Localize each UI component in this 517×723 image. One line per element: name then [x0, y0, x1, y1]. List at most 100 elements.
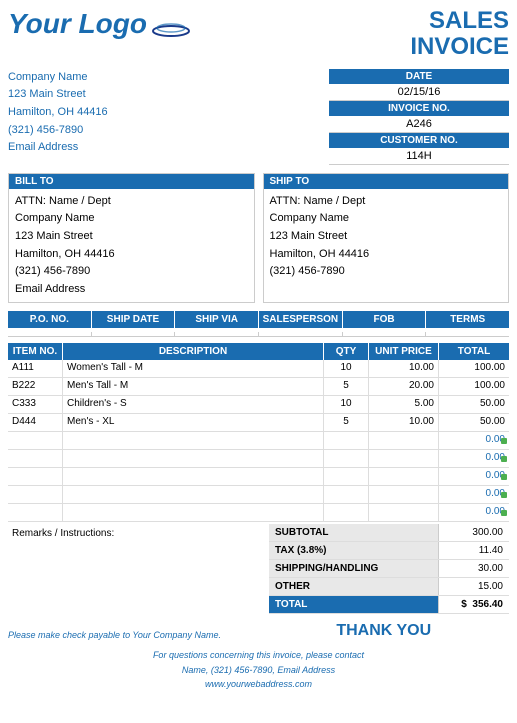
remarks-label: Remarks / Instructions: — [12, 528, 265, 539]
bill-to-phone: (321) 456-7890 — [15, 263, 248, 281]
item-desc-cell: Men's - XL — [63, 414, 324, 431]
items-header: ITEM NO. DESCRIPTION QTY UNIT PRICE TOTA… — [8, 343, 509, 360]
total-dollar: $ — [461, 599, 467, 610]
sender-street: 123 Main Street — [8, 86, 108, 104]
billing-row: BILL TO ATTN: Name / Dept Company Name 1… — [8, 173, 509, 304]
check-payable: Please make check payable to Your Compan… — [8, 630, 259, 640]
contact-footer: For questions concerning this invoice, p… — [8, 648, 509, 691]
po-data-row — [8, 332, 509, 337]
other-value: 15.00 — [439, 578, 509, 595]
green-dot-icon — [501, 456, 507, 462]
item-total-cell: 0.00 — [439, 450, 509, 467]
table-row: 0.00 — [8, 486, 509, 504]
invoice-title: SALES INVOICE — [410, 8, 509, 61]
item-no-cell: D444 — [8, 414, 63, 431]
ship-to-street: 123 Main Street — [270, 228, 503, 246]
item-no-cell — [8, 504, 63, 521]
customer-no-value: 114H — [329, 148, 509, 165]
item-no-cell — [8, 486, 63, 503]
total-value: $ 356.40 — [439, 596, 509, 613]
totals-area: SUBTOTAL 300.00 TAX (3.8%) 11.40 SHIPPIN… — [269, 524, 509, 614]
item-price-cell — [369, 450, 439, 467]
bottom-section: Remarks / Instructions: SUBTOTAL 300.00 … — [8, 524, 509, 614]
table-row: 0.00 — [8, 432, 509, 450]
bill-to-header: BILL TO — [9, 174, 254, 189]
contact-line2: Name, (321) 456-7890, Email Address — [8, 663, 509, 677]
bill-to-email: Email Address — [15, 281, 248, 299]
logo-text: Your Logo — [8, 8, 147, 40]
subtotal-value: 300.00 — [439, 524, 509, 541]
other-row: OTHER 15.00 — [269, 578, 509, 596]
item-desc-cell: Men's Tall - M — [63, 378, 324, 395]
item-price-cell: 10.00 — [369, 414, 439, 431]
green-dot-icon — [501, 510, 507, 516]
total-row: TOTAL $ 356.40 — [269, 596, 509, 614]
item-no-cell: C333 — [8, 396, 63, 413]
date-block: DATE 02/15/16 INVOICE NO. A246 CUSTOMER … — [329, 69, 509, 165]
salesperson-header: SALESPERSON — [259, 311, 343, 328]
item-total-cell: 0.00 — [439, 432, 509, 449]
table-row: D444 Men's - XL 5 10.00 50.00 — [8, 414, 509, 432]
thank-you: THANK YOU — [259, 622, 510, 640]
item-desc-cell: Children's - S — [63, 396, 324, 413]
item-price-cell: 5.00 — [369, 396, 439, 413]
green-dot-icon — [501, 438, 507, 444]
item-qty-header: QTY — [324, 343, 369, 360]
sender-email: Email Address — [8, 139, 108, 157]
item-price-cell: 10.00 — [369, 360, 439, 377]
item-price-header: UNIT PRICE — [369, 343, 439, 360]
green-dot-icon — [501, 492, 507, 498]
item-qty-cell: 5 — [324, 378, 369, 395]
item-no-cell — [8, 468, 63, 485]
info-row: Company Name 123 Main Street Hamilton, O… — [8, 69, 509, 165]
shipping-label: SHIPPING/HANDLING — [269, 560, 439, 577]
item-price-cell — [369, 468, 439, 485]
table-row: C333 Children's - S 10 5.00 50.00 — [8, 396, 509, 414]
bill-to-city: Hamilton, OH 44416 — [15, 246, 248, 264]
item-total-cell: 0.00 — [439, 504, 509, 521]
customer-no-label: CUSTOMER NO. — [329, 133, 509, 148]
table-row: B222 Men's Tall - M 5 20.00 100.00 — [8, 378, 509, 396]
item-no-cell: B222 — [8, 378, 63, 395]
item-total-cell: 0.00 — [439, 468, 509, 485]
items-table: A111 Women's Tall - M 10 10.00 100.00 B2… — [8, 360, 509, 522]
ship-to-company: Company Name — [270, 210, 503, 228]
item-no-cell — [8, 432, 63, 449]
ship-date-header: SHIP DATE — [92, 311, 176, 328]
shipping-value: 30.00 — [439, 560, 509, 577]
item-qty-cell — [324, 432, 369, 449]
contact-line1: For questions concerning this invoice, p… — [8, 648, 509, 662]
sender-info: Company Name 123 Main Street Hamilton, O… — [8, 69, 108, 165]
bill-to-street: 123 Main Street — [15, 228, 248, 246]
item-total-cell: 50.00 — [439, 414, 509, 431]
website: www.yourwebaddress.com — [8, 677, 509, 691]
item-total-header: TOTAL — [439, 343, 509, 360]
item-price-cell — [369, 432, 439, 449]
bill-to-content: ATTN: Name / Dept Company Name 123 Main … — [9, 189, 254, 303]
item-qty-cell: 10 — [324, 396, 369, 413]
table-row: 0.00 — [8, 504, 509, 522]
ship-to-content: ATTN: Name / Dept Company Name 123 Main … — [264, 189, 509, 285]
shipping-row: SHIPPING/HANDLING 30.00 — [269, 560, 509, 578]
item-desc-cell — [63, 468, 324, 485]
item-qty-cell — [324, 468, 369, 485]
tax-value: 11.40 — [439, 542, 509, 559]
green-dot-icon — [501, 474, 507, 480]
item-qty-cell — [324, 450, 369, 467]
table-row: A111 Women's Tall - M 10 10.00 100.00 — [8, 360, 509, 378]
item-qty-cell — [324, 486, 369, 503]
sender-city: Hamilton, OH 44416 — [8, 104, 108, 122]
fob-header: FOB — [343, 311, 427, 328]
total-label: TOTAL — [269, 596, 439, 613]
po-no-header: P.O. NO. — [8, 311, 92, 328]
item-price-cell: 20.00 — [369, 378, 439, 395]
bill-to-company: Company Name — [15, 210, 248, 228]
item-total-cell: 0.00 — [439, 486, 509, 503]
tax-row: TAX (3.8%) 11.40 — [269, 542, 509, 560]
item-desc-header: DESCRIPTION — [63, 343, 324, 360]
terms-header: TERMS — [426, 311, 509, 328]
item-qty-cell: 10 — [324, 360, 369, 377]
ship-to-attn: ATTN: Name / Dept — [270, 193, 503, 211]
ship-to-phone: (321) 456-7890 — [270, 263, 503, 281]
logo-swoosh-icon — [151, 19, 191, 37]
